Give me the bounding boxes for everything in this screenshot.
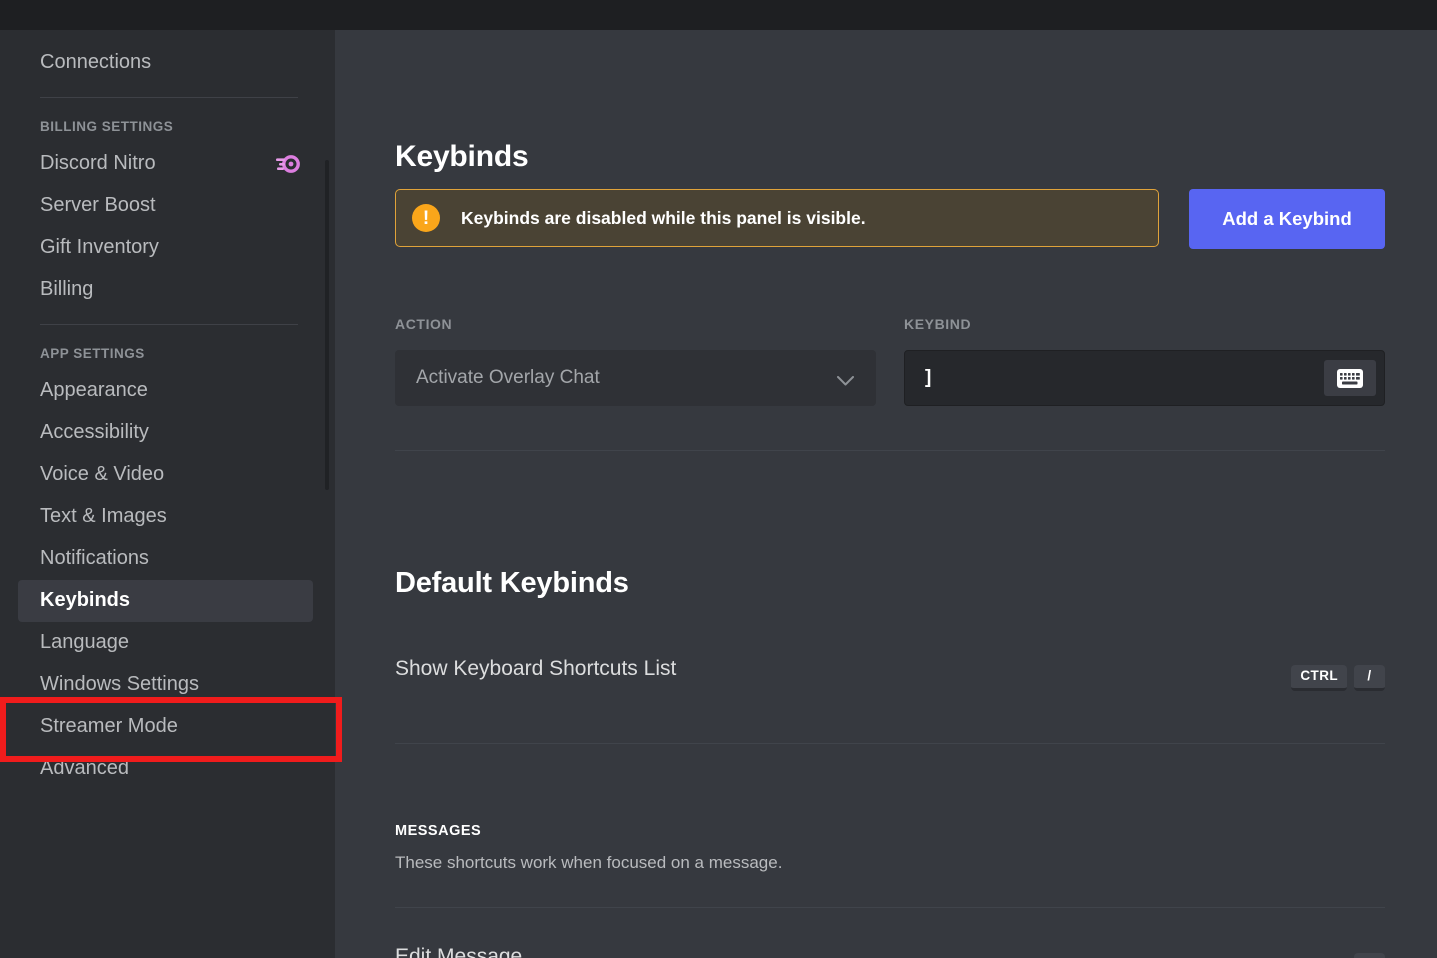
sidebar-item-language[interactable]: Language bbox=[18, 622, 313, 664]
sidebar-item-gift-inventory[interactable]: Gift Inventory bbox=[18, 227, 313, 269]
chevron-down-icon bbox=[837, 373, 854, 386]
sidebar-item-text-images[interactable]: Text & Images bbox=[18, 496, 313, 538]
sidebar-section-header: APP SETTINGS bbox=[40, 346, 145, 361]
window-titlebar bbox=[0, 0, 1437, 30]
warning-text: Keybinds are disabled while this panel i… bbox=[461, 207, 866, 228]
discord-settings-window: Authorized Apps Connections BILLING SETTIN… bbox=[0, 0, 1437, 958]
sidebar-item-server-boost[interactable]: Server Boost bbox=[18, 185, 313, 227]
settings-sidebar: Authorized Apps Connections BILLING SETTIN… bbox=[0, 30, 335, 958]
sidebar-item-label: Appearance bbox=[40, 379, 148, 401]
key-badge: / bbox=[1354, 665, 1385, 691]
sidebar-item-label: Language bbox=[40, 631, 129, 653]
keybind-input-value: ] bbox=[925, 367, 932, 388]
default-keybinds-title: Default Keybinds bbox=[395, 567, 629, 600]
exclamation-icon: ! bbox=[412, 204, 440, 232]
action-column-label: ACTION bbox=[395, 316, 453, 332]
sidebar-item-label: Billing bbox=[40, 278, 94, 300]
keybind-row-show-shortcuts: Show Keyboard Shortcuts List CTRL / bbox=[395, 657, 1385, 699]
page-title: Keybinds bbox=[395, 140, 529, 174]
divider bbox=[395, 450, 1385, 451]
sidebar-item-notifications[interactable]: Notifications bbox=[18, 538, 313, 580]
sidebar-item-label: Connections bbox=[40, 51, 152, 73]
group-description-messages: These shortcuts work when focused on a m… bbox=[395, 853, 783, 872]
divider bbox=[395, 743, 1385, 744]
key-badge: CTRL bbox=[1291, 665, 1347, 691]
keybind-row-label: Show Keyboard Shortcuts List bbox=[395, 657, 677, 680]
sidebar-item-label: Accessibility bbox=[40, 421, 149, 443]
keyboard-icon[interactable] bbox=[1324, 360, 1376, 396]
sidebar-item-billing[interactable]: Billing bbox=[18, 269, 313, 311]
sidebar-scrollbar-thumb[interactable] bbox=[325, 160, 329, 490]
sidebar-divider bbox=[40, 324, 298, 325]
sidebar-section-header: BILLING SETTINGS bbox=[40, 119, 174, 134]
keybinds-panel: Keybinds ! Keybinds are disabled while t… bbox=[335, 30, 1437, 958]
keybind-row-keys: CTRL / bbox=[1291, 665, 1385, 691]
sidebar-item-discord-nitro[interactable]: Discord Nitro bbox=[18, 143, 313, 185]
sidebar-item-label: Windows Settings bbox=[40, 673, 199, 695]
keybind-column-label: KEYBIND bbox=[904, 316, 972, 332]
sidebar-divider bbox=[40, 97, 298, 98]
sidebar-item-label: Server Boost bbox=[40, 194, 156, 216]
settings-sidebar-list: Authorized Apps Connections BILLING SETTIN… bbox=[0, 30, 335, 790]
sidebar-item-keybinds[interactable]: Keybinds bbox=[18, 580, 313, 622]
keybind-row-label: Edit Message bbox=[395, 945, 523, 958]
sidebar-item-label: Discord Nitro bbox=[40, 152, 156, 174]
sidebar-item-voice-video[interactable]: Voice & Video bbox=[18, 454, 313, 496]
sidebar-item-label: Streamer Mode bbox=[40, 715, 178, 737]
sidebar-item-label: Gift Inventory bbox=[40, 236, 159, 258]
add-keybind-button[interactable]: Add a Keybind bbox=[1189, 189, 1385, 249]
sidebar-item-label: Notifications bbox=[40, 547, 149, 569]
keybind-row-edit-message: Edit Message E bbox=[395, 945, 1385, 958]
key-badge: E bbox=[1354, 953, 1385, 958]
sidebar-item-label: Advanced bbox=[40, 757, 129, 779]
sidebar-item-label: Keybinds bbox=[40, 589, 131, 611]
keybinds-disabled-warning: ! Keybinds are disabled while this panel… bbox=[395, 189, 1159, 247]
nitro-boost-icon bbox=[275, 154, 301, 174]
sidebar-item-accessibility[interactable]: Accessibility bbox=[18, 412, 313, 454]
sidebar-scrollbar-track[interactable] bbox=[325, 30, 332, 958]
action-select[interactable]: Activate Overlay Chat bbox=[395, 350, 876, 406]
sidebar-item-advanced[interactable]: Advanced bbox=[18, 748, 313, 790]
sidebar-item-label: Voice & Video bbox=[40, 463, 165, 485]
sidebar-item-streamer-mode[interactable]: Streamer Mode bbox=[18, 706, 313, 748]
sidebar-item-authorized-apps[interactable]: Authorized Apps bbox=[18, 30, 313, 42]
sidebar-item-appearance[interactable]: Appearance bbox=[18, 370, 313, 412]
sidebar-item-label: Text & Images bbox=[40, 505, 167, 527]
group-heading-messages: MESSAGES bbox=[395, 823, 482, 839]
action-select-value: Activate Overlay Chat bbox=[416, 367, 600, 388]
divider bbox=[395, 907, 1385, 908]
sidebar-item-label: Authorized Apps bbox=[40, 30, 186, 31]
sidebar-item-connections[interactable]: Connections bbox=[18, 42, 313, 84]
keybind-row-keys: E bbox=[1354, 953, 1385, 958]
keybind-input[interactable]: ] bbox=[904, 350, 1385, 406]
sidebar-item-windows-settings[interactable]: Windows Settings bbox=[18, 664, 313, 706]
